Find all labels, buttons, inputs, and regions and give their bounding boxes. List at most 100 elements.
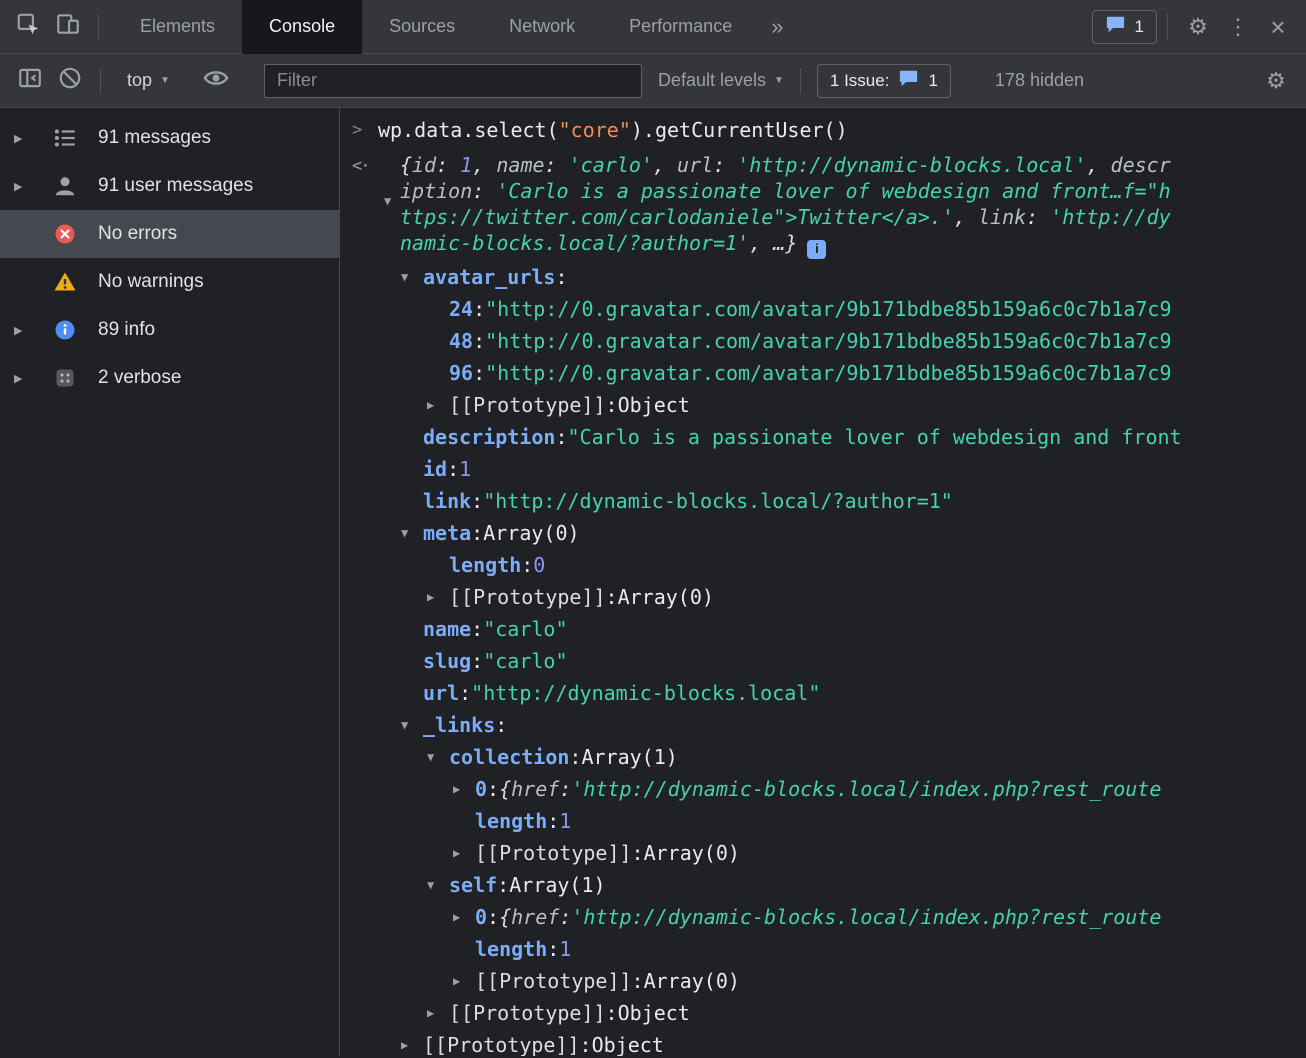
seg-pplain: , (749, 231, 773, 255)
chat-bubble-icon (898, 69, 919, 93)
tree-row-avatar_urls[interactable]: ▼avatar_urls: (340, 261, 1306, 293)
seg-plain: : (487, 777, 499, 801)
seg-pplain: , (954, 205, 978, 229)
seg-str: "http://0.gravatar.com/avatar/9b171bdbe8… (485, 361, 1171, 385)
log-levels-selector[interactable]: Default levels ▼ (658, 70, 784, 91)
seg-key: length (449, 553, 521, 577)
tree-row-prototype[interactable]: ▶[[Prototype]]: Object (340, 389, 1306, 421)
sidebar-item-verbose[interactable]: ▶2 verbose (0, 354, 339, 402)
seg-key: length (475, 809, 547, 833)
seg-pstr: namic-blocks.local/?author=1' (400, 231, 749, 255)
collapse-icon[interactable]: ▼ (384, 194, 391, 208)
collapse-icon[interactable]: ▼ (427, 878, 449, 892)
seg-proto: [[Prototype]] (475, 969, 632, 993)
expand-icon[interactable]: ▶ (14, 324, 40, 337)
device-toolbar-button[interactable] (48, 7, 88, 47)
issues-counter[interactable]: 1 Issue: 1 (817, 64, 951, 98)
device-toolbar-icon (55, 11, 81, 42)
seg-pstr: 'http://dynamic-blocks.local/index.php?r… (571, 777, 1161, 801)
tree-row-prototype[interactable]: ▶[[Prototype]]: Array(0) (340, 965, 1306, 997)
seg-pplain: : (545, 153, 569, 177)
tree-row-prototype[interactable]: ▶[[Prototype]]: Array(0) (340, 581, 1306, 613)
issues-count: 1 (1135, 17, 1144, 37)
expand-icon[interactable]: ▶ (427, 590, 449, 604)
sidebar-item-label: 91 messages (98, 127, 211, 149)
sidebar-panel-icon (17, 65, 43, 96)
kebab-menu-icon: ⋮ (1227, 16, 1249, 38)
seg-key: description (423, 425, 555, 449)
collapse-icon[interactable]: ▼ (401, 270, 423, 284)
object-preview-line: ttps://twitter.com/carlodaniele">Twitter… (400, 204, 1306, 230)
expand-icon[interactable]: ▶ (453, 974, 475, 988)
expand-icon[interactable]: ▶ (453, 910, 475, 924)
seg-plain: Array(0) (644, 969, 740, 993)
console-settings-button[interactable]: ⚙ (1256, 61, 1296, 101)
sidebar-item-user-messages[interactable]: ▶91 user messages (0, 162, 339, 210)
tree-row-prototype[interactable]: ▶[[Prototype]]: Object (340, 997, 1306, 1029)
seg-pplain: …} (773, 231, 797, 255)
expand-icon[interactable]: ▶ (401, 1038, 423, 1052)
menu-button[interactable]: ⋮ (1218, 7, 1258, 47)
tab-elements[interactable]: Elements (113, 0, 242, 54)
tree-row-prototype[interactable]: ▶[[Prototype]]: Object (340, 1029, 1306, 1057)
seg-pstr: ttps://twitter.com/carlodaniele">Twitter… (400, 205, 954, 229)
sidebar-toggle-button[interactable] (10, 61, 50, 101)
seg-key: 0 (475, 905, 487, 929)
tree-row-0[interactable]: ▶0: {href: 'http://dynamic-blocks.local/… (340, 901, 1306, 933)
expand-icon[interactable]: ▶ (427, 398, 449, 412)
tab-network[interactable]: Network (482, 0, 602, 54)
expand-icon[interactable]: ▶ (14, 132, 40, 145)
seg-plain: : (447, 457, 459, 481)
expand-icon[interactable]: ▶ (427, 1006, 449, 1020)
tree-row-0[interactable]: ▶0: {href: 'http://dynamic-blocks.local/… (340, 773, 1306, 805)
collapse-icon[interactable]: ▼ (427, 750, 449, 764)
tree-row-meta[interactable]: ▼meta: Array(0) (340, 517, 1306, 549)
clear-console-button[interactable] (50, 61, 90, 101)
seg-key: name (423, 617, 471, 641)
sidebar-item-warnings[interactable]: No warnings (0, 258, 339, 306)
seg-pplain: , (653, 153, 677, 177)
tab-sources[interactable]: Sources (362, 0, 482, 54)
user-icon (52, 173, 78, 199)
seg-plain: : (580, 1033, 592, 1057)
more-tabs-icon[interactable]: » (771, 14, 783, 40)
sidebar-item-info[interactable]: ▶89 info (0, 306, 339, 354)
seg-key: self (449, 873, 497, 897)
tab-console[interactable]: Console (242, 0, 362, 54)
collapse-icon[interactable]: ▼ (401, 526, 423, 540)
settings-button[interactable]: ⚙ (1178, 7, 1218, 47)
expand-icon[interactable]: ▶ (453, 846, 475, 860)
tab-performance[interactable]: Performance (602, 0, 759, 54)
close-button[interactable]: × (1258, 7, 1298, 47)
seg-key: length (475, 937, 547, 961)
console-toolbar: top ▼ Default levels ▼ 1 Issue: 1 178 hi… (0, 54, 1306, 108)
sidebar-item-messages[interactable]: ▶ 91 messages (0, 114, 339, 162)
expand-icon[interactable]: ▶ (453, 782, 475, 796)
seg-plain: : (606, 393, 618, 417)
issues-button[interactable]: 1 (1092, 10, 1157, 44)
collapse-icon[interactable]: ▼ (401, 718, 423, 732)
expand-icon[interactable]: ▶ (14, 372, 40, 385)
console-panel: ▶ 91 messages ▶91 user messagesNo errorsNo… (0, 108, 1306, 1056)
seg-key: avatar_urls (423, 265, 555, 289)
tree-row-_links[interactable]: ▼_links: (340, 709, 1306, 741)
expand-icon[interactable]: ▶ (14, 180, 40, 193)
live-expression-button[interactable] (196, 61, 236, 101)
seg-proto: [[Prototype]] (449, 393, 606, 417)
context-selector[interactable]: top ▼ (127, 70, 170, 91)
tree-row-self[interactable]: ▼self: Array(1) (340, 869, 1306, 901)
tree-row-prototype[interactable]: ▶[[Prototype]]: Array(0) (340, 837, 1306, 869)
sidebar-item-errors[interactable]: No errors (0, 210, 339, 258)
seg-pstr: 'http://dynamic-blocks.local/index.php?r… (571, 905, 1161, 929)
filter-input[interactable] (264, 64, 642, 98)
tree-row-collection[interactable]: ▼collection: Array(1) (340, 741, 1306, 773)
seg-plain: : (473, 361, 485, 385)
seg-pstr: 'carlo' (569, 153, 653, 177)
error-icon (52, 221, 78, 247)
inspect-button[interactable] (8, 7, 48, 47)
seg-pnum: 1 (460, 153, 472, 177)
seg-str: "http://0.gravatar.com/avatar/9b171bdbe8… (485, 329, 1171, 353)
devtools-topbar: ElementsConsoleSourcesNetworkPerformance… (0, 0, 1306, 54)
tree-row-24: 24: "http://0.gravatar.com/avatar/9b171b… (340, 293, 1306, 325)
seg-plain: : (606, 1001, 618, 1025)
